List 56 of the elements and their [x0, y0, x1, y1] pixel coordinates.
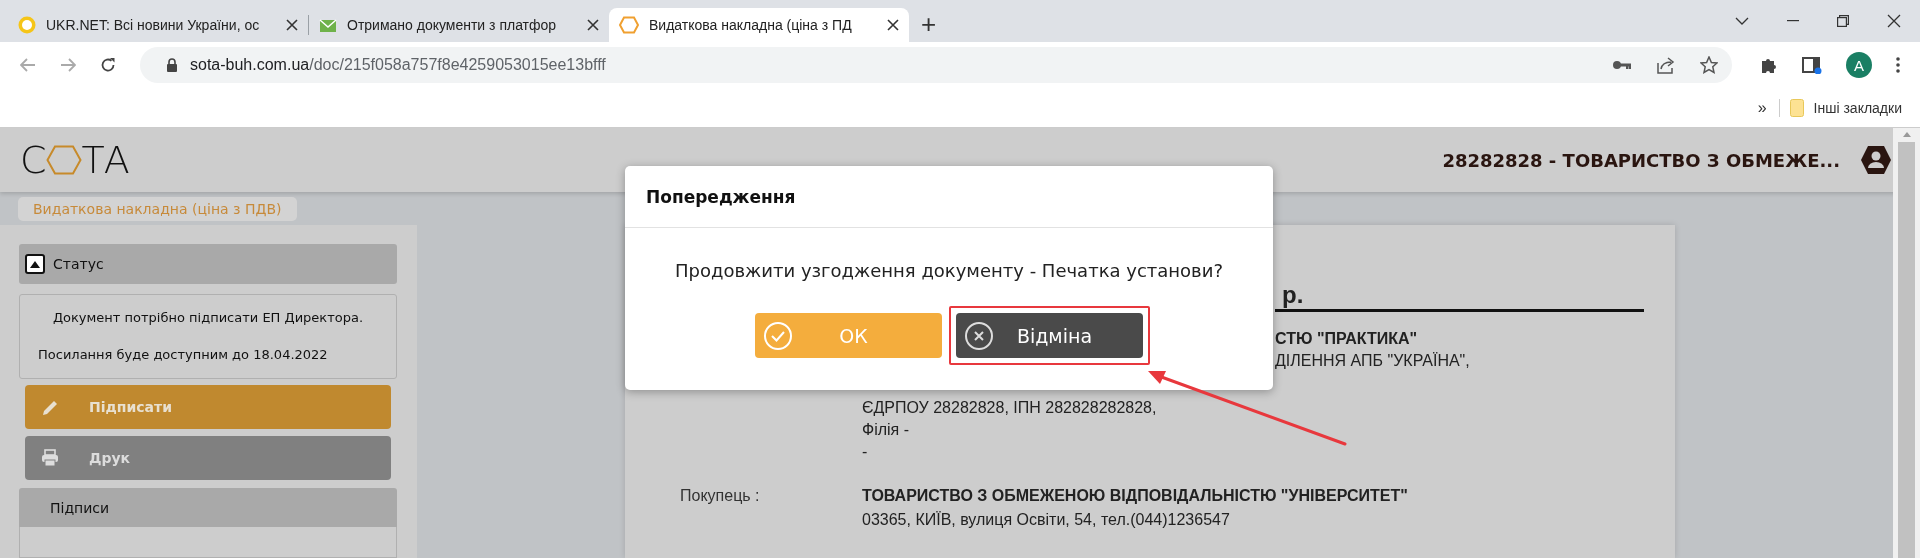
logo-text: С	[20, 138, 46, 182]
site-icon	[18, 16, 36, 34]
browser-tab[interactable]: Видаткова накладна (ціна з ПД	[609, 8, 909, 42]
status-text: Документ потрібно підписати ЕП Директора.	[51, 310, 365, 325]
close-icon[interactable]	[587, 19, 599, 31]
dialog-title: Попередження	[625, 166, 1273, 228]
buyer-label: Покупець :	[679, 486, 761, 506]
seller-text: ЄДРПОУ 28282828, ІПН 282828282828,	[862, 398, 1158, 418]
pencil-icon	[41, 398, 59, 416]
bookmark-folder[interactable]: Інші закладки	[1813, 99, 1902, 116]
user-icon[interactable]	[1860, 145, 1892, 175]
seller-text: -	[862, 442, 869, 462]
buyer-address: 03365, КИЇВ, вулиця Освіти, 54, тел.(044)1236547	[862, 510, 1231, 530]
envelope-icon	[319, 17, 337, 33]
url-text: sota-buh.com.ua/doc/215f058a757f8e4259053015ee13bfff	[190, 56, 607, 74]
status-header[interactable]: Статус	[19, 244, 397, 284]
close-circle-icon	[964, 320, 994, 351]
reload-icon[interactable]	[100, 57, 116, 73]
scrollbar[interactable]	[1893, 128, 1920, 558]
puzzle-icon[interactable]	[1760, 56, 1778, 74]
close-icon[interactable]	[1887, 14, 1901, 28]
minimize-icon[interactable]	[1787, 20, 1799, 22]
profile-avatar[interactable]: A	[1846, 52, 1872, 78]
bookmarks-overflow-button[interactable]: »	[1757, 98, 1780, 117]
browser-tab[interactable]: UKR.NET: Всі новини України, ос	[8, 8, 308, 42]
star-icon[interactable]	[1700, 56, 1718, 74]
buyer-name: ТОВАРИСТВО З ОБМЕЖЕНОЮ ВІДПОВІДАЛЬНІСТЮ "УНІВЕРСИТЕТ"	[862, 486, 1408, 506]
restore-icon[interactable]	[1837, 15, 1849, 27]
seller-text: СТЮ "ПРАКТИКА"	[1275, 329, 1419, 349]
collapse-icon[interactable]	[25, 254, 45, 274]
seller-text: Філія -	[862, 420, 911, 440]
lock-icon	[166, 58, 178, 72]
cancel-button[interactable]: Відміна	[956, 313, 1143, 358]
dialog-message: Продовжити узгодження документу - Печатка установи?	[674, 260, 1224, 281]
menu-icon[interactable]	[1896, 57, 1900, 73]
share-icon[interactable]	[1656, 56, 1676, 74]
logo-text: ТА	[81, 138, 129, 182]
status-text: Посилання буде доступним до 18.04.2022	[38, 347, 329, 362]
seller-text: ДІЛЕННЯ АПБ "УКРАЇНА",	[1275, 351, 1471, 371]
close-icon[interactable]	[286, 19, 298, 31]
close-icon[interactable]	[887, 19, 899, 31]
folder-icon	[1789, 98, 1804, 117]
browser-tab[interactable]: Отримано документи з платфор	[309, 8, 609, 42]
chevron-down-icon[interactable]	[1735, 17, 1749, 25]
hexagon-icon	[619, 16, 639, 34]
printer-icon	[41, 449, 59, 467]
company-name: 28282828 - ТОВАРИСТВО З ОБМЕЖЕ...	[1442, 149, 1840, 171]
check-circle-icon	[763, 320, 793, 351]
side-panel-icon[interactable]	[1802, 56, 1822, 74]
document-type-tag: Видаткова накладна (ціна з ПДВ)	[18, 196, 297, 221]
signatures-header[interactable]: Підписи	[19, 488, 397, 527]
address-bar[interactable]: sota-buh.com.ua/doc/215f058a757f8e4259053015ee13bfff	[140, 47, 1732, 83]
hexagon-icon	[45, 145, 82, 175]
document-title: р.	[1275, 281, 1644, 312]
new-tab-button[interactable]: +	[909, 8, 949, 40]
key-icon[interactable]	[1612, 60, 1632, 70]
